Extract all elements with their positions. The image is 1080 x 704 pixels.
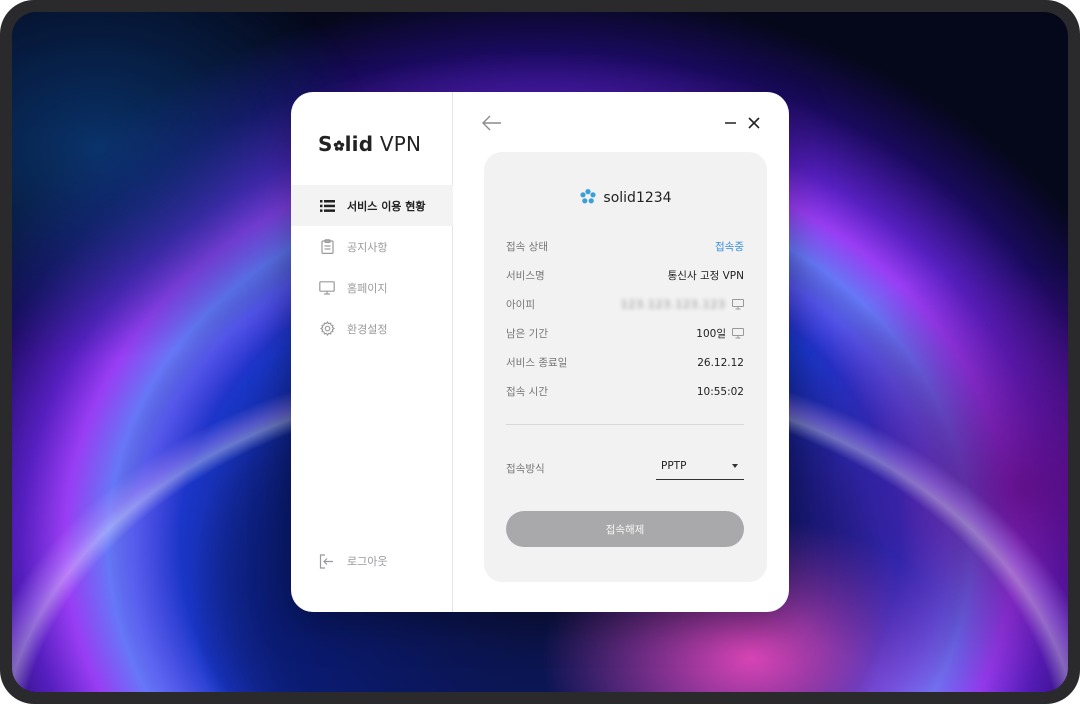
logout-icon bbox=[319, 553, 335, 569]
status-row-remaining: 남은 기간 100일 bbox=[506, 319, 744, 348]
username: solid1234 bbox=[603, 190, 672, 206]
connection-method-select[interactable]: PPTP bbox=[656, 452, 744, 480]
sidebar-nav: 서비스 이용 현황 공지사항 홈페이지 환경설정 bbox=[291, 185, 453, 349]
sidebar-item-service-status[interactable]: 서비스 이용 현황 bbox=[291, 185, 453, 226]
clipboard-icon bbox=[319, 239, 335, 255]
logo-brand-rest: lid bbox=[344, 132, 374, 156]
status-row-connection: 접속 상태 접속중 bbox=[506, 232, 744, 261]
sidebar: S lid VPN 서비스 이용 현황 공지사항 홈페이지 환경설정 로그아웃 bbox=[291, 92, 453, 612]
connection-method-label: 접속방식 bbox=[506, 463, 545, 475]
ip-address-blurred: 123.123.123.123 bbox=[620, 298, 726, 311]
status-key: 아이피 bbox=[506, 299, 535, 311]
app-logo: S lid VPN bbox=[318, 132, 422, 156]
status-value-wrap: 100일 bbox=[696, 326, 744, 341]
user-flower-icon bbox=[580, 189, 597, 204]
status-row-connect-time: 접속 시간 10:55:02 bbox=[506, 377, 744, 406]
sidebar-item-settings[interactable]: 환경설정 bbox=[291, 308, 453, 349]
status-value: 26.12.12 bbox=[697, 356, 744, 369]
logo-flower-icon bbox=[333, 140, 344, 151]
status-card: solid1234 접속 상태 접속중 서비스명 통신사 고정 VPN 아이피 … bbox=[484, 152, 767, 582]
logo-product: VPN bbox=[379, 132, 422, 156]
main-panel: solid1234 접속 상태 접속중 서비스명 통신사 고정 VPN 아이피 … bbox=[453, 92, 789, 612]
status-row-ip: 아이피 123.123.123.123 bbox=[506, 290, 744, 319]
logout-label: 로그아웃 bbox=[347, 555, 388, 568]
sidebar-item-notice[interactable]: 공지사항 bbox=[291, 226, 453, 267]
status-value: 접속중 bbox=[715, 241, 744, 253]
status-value: 10:55:02 bbox=[696, 385, 744, 398]
minimize-icon[interactable] bbox=[724, 116, 738, 130]
status-value-wrap: 123.123.123.123 bbox=[621, 299, 744, 311]
status-key: 접속 시간 bbox=[506, 386, 548, 398]
sidebar-item-label: 서비스 이용 현황 bbox=[347, 199, 426, 213]
sidebar-item-label: 공지사항 bbox=[347, 240, 388, 254]
status-list: 접속 상태 접속중 서비스명 통신사 고정 VPN 아이피 123.123.12… bbox=[506, 232, 744, 406]
sidebar-item-label: 홈페이지 bbox=[347, 281, 388, 295]
status-key: 남은 기간 bbox=[506, 328, 548, 340]
disconnect-button[interactable]: 접속해제 bbox=[506, 511, 744, 547]
connection-method-value: PPTP bbox=[661, 459, 687, 472]
user-header: solid1234 bbox=[484, 188, 767, 206]
logout-button[interactable]: 로그아웃 bbox=[291, 541, 453, 581]
gear-icon bbox=[319, 321, 335, 337]
monitor-icon[interactable] bbox=[732, 299, 744, 310]
status-value: 통신사 고정 VPN bbox=[667, 270, 744, 282]
status-row-service-name: 서비스명 통신사 고정 VPN bbox=[506, 261, 744, 290]
status-key: 접속 상태 bbox=[506, 241, 548, 253]
caret-down-icon bbox=[732, 464, 738, 468]
status-key: 서비스명 bbox=[506, 270, 545, 282]
list-icon bbox=[319, 198, 335, 214]
monitor-icon[interactable] bbox=[732, 328, 744, 339]
close-icon[interactable] bbox=[747, 116, 761, 130]
remaining-days-link[interactable]: 100일 bbox=[696, 326, 726, 341]
monitor-icon bbox=[319, 280, 335, 296]
status-key: 서비스 종료일 bbox=[506, 357, 568, 369]
divider bbox=[506, 424, 744, 425]
sidebar-item-label: 환경설정 bbox=[347, 322, 388, 336]
status-row-end-date: 서비스 종료일 26.12.12 bbox=[506, 348, 744, 377]
vpn-app-window: S lid VPN 서비스 이용 현황 공지사항 홈페이지 환경설정 로그아웃 … bbox=[291, 92, 789, 612]
back-arrow-icon[interactable] bbox=[481, 114, 503, 132]
sidebar-item-homepage[interactable]: 홈페이지 bbox=[291, 267, 453, 308]
